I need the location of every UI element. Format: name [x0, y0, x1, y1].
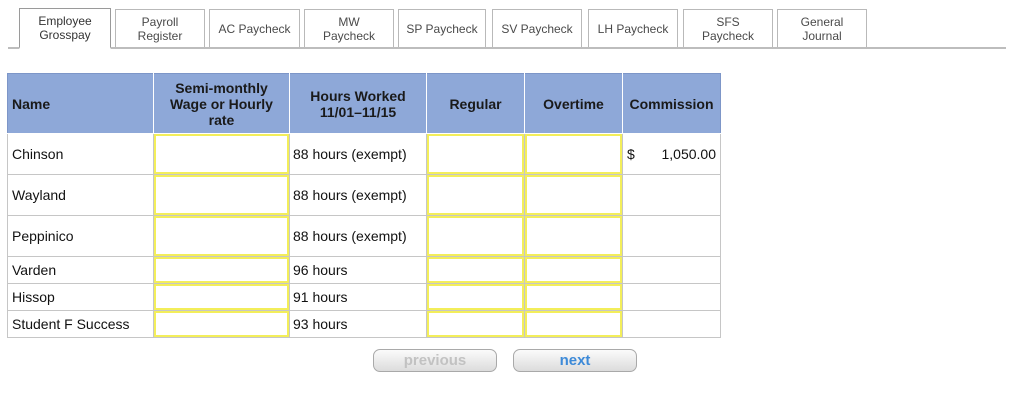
overtime-input[interactable] — [525, 134, 622, 174]
tab-sp-paycheck[interactable]: SP Paycheck — [398, 9, 486, 47]
currency-symbol: $ — [627, 146, 635, 162]
overtime-cell — [524, 133, 623, 175]
table-row: Hissop 91 hours — [7, 283, 721, 311]
header-hours-worked: Hours Worked 11/01–11/15 — [289, 73, 427, 134]
table-header-row: Name Semi-monthly Wage or Hourly rate Ho… — [7, 73, 721, 134]
header-rate: Semi-monthly Wage or Hourly rate — [153, 73, 290, 134]
header-regular: Regular — [426, 73, 525, 134]
rate-input[interactable] — [154, 257, 289, 283]
regular-input[interactable] — [427, 311, 524, 337]
employee-name: Student F Success — [7, 310, 154, 338]
hours-worked: 93 hours — [289, 310, 427, 338]
overtime-input[interactable] — [525, 284, 622, 310]
hours-worked: 88 hours (exempt) — [289, 133, 427, 175]
table-row: Peppinico 88 hours (exempt) — [7, 215, 721, 257]
regular-input[interactable] — [427, 216, 524, 256]
tab-general-journal[interactable]: General Journal — [777, 9, 867, 47]
tab-ac-paycheck[interactable]: AC Paycheck — [209, 9, 300, 47]
tab-lh-paycheck[interactable]: LH Paycheck — [588, 9, 678, 47]
regular-input[interactable] — [427, 175, 524, 215]
header-overtime: Overtime — [524, 73, 623, 134]
commission-cell: $ 1,050.00 — [622, 133, 721, 175]
employee-name: Hissop — [7, 283, 154, 311]
commission-cell — [622, 256, 721, 284]
header-commission: Commission — [622, 73, 721, 134]
tab-bar-divider — [8, 47, 1006, 49]
table-row: Chinson 88 hours (exempt) $ 1,050.00 — [7, 133, 721, 175]
commission-cell — [622, 283, 721, 311]
grosspay-table: Name Semi-monthly Wage or Hourly rate Ho… — [7, 73, 721, 338]
overtime-input[interactable] — [525, 175, 622, 215]
rate-cell — [153, 283, 290, 311]
overtime-input[interactable] — [525, 216, 622, 256]
commission-cell — [622, 310, 721, 338]
payroll-page: Employee Grosspay Payroll Register AC Pa… — [0, 0, 1024, 402]
employee-name: Wayland — [7, 174, 154, 216]
employee-name: Varden — [7, 256, 154, 284]
header-name: Name — [7, 73, 154, 134]
hours-worked: 88 hours (exempt) — [289, 174, 427, 216]
rate-input[interactable] — [154, 175, 289, 215]
employee-name: Chinson — [7, 133, 154, 175]
next-button[interactable]: next — [513, 349, 637, 372]
regular-input[interactable] — [427, 284, 524, 310]
regular-cell — [426, 310, 525, 338]
rate-input[interactable] — [154, 311, 289, 337]
commission-cell — [622, 174, 721, 216]
tab-sfs-paycheck[interactable]: SFS Paycheck — [683, 9, 773, 47]
overtime-cell — [524, 215, 623, 257]
hours-worked: 91 hours — [289, 283, 427, 311]
overtime-cell — [524, 174, 623, 216]
tab-employee-grosspay[interactable]: Employee Grosspay — [19, 8, 111, 49]
tab-sv-paycheck[interactable]: SV Paycheck — [492, 9, 582, 47]
tab-payroll-register[interactable]: Payroll Register — [115, 9, 205, 47]
commission-amount: 1,050.00 — [661, 146, 717, 162]
overtime-cell — [524, 310, 623, 338]
regular-cell — [426, 215, 525, 257]
hours-worked: 96 hours — [289, 256, 427, 284]
rate-input[interactable] — [154, 216, 289, 256]
rate-cell — [153, 174, 290, 216]
hours-worked: 88 hours (exempt) — [289, 215, 427, 257]
employee-name: Peppinico — [7, 215, 154, 257]
rate-input[interactable] — [154, 284, 289, 310]
rate-cell — [153, 310, 290, 338]
overtime-cell — [524, 283, 623, 311]
rate-cell — [153, 256, 290, 284]
previous-button[interactable]: previous — [373, 349, 497, 372]
regular-input[interactable] — [427, 134, 524, 174]
rate-cell — [153, 133, 290, 175]
overtime-cell — [524, 256, 623, 284]
regular-input[interactable] — [427, 257, 524, 283]
overtime-input[interactable] — [525, 257, 622, 283]
overtime-input[interactable] — [525, 311, 622, 337]
tab-mw-paycheck[interactable]: MW Paycheck — [304, 9, 394, 47]
rate-cell — [153, 215, 290, 257]
regular-cell — [426, 133, 525, 175]
table-row: Wayland 88 hours (exempt) — [7, 174, 721, 216]
table-row: Student F Success 93 hours — [7, 310, 721, 338]
rate-input[interactable] — [154, 134, 289, 174]
table-row: Varden 96 hours — [7, 256, 721, 284]
regular-cell — [426, 256, 525, 284]
regular-cell — [426, 283, 525, 311]
commission-cell — [622, 215, 721, 257]
regular-cell — [426, 174, 525, 216]
